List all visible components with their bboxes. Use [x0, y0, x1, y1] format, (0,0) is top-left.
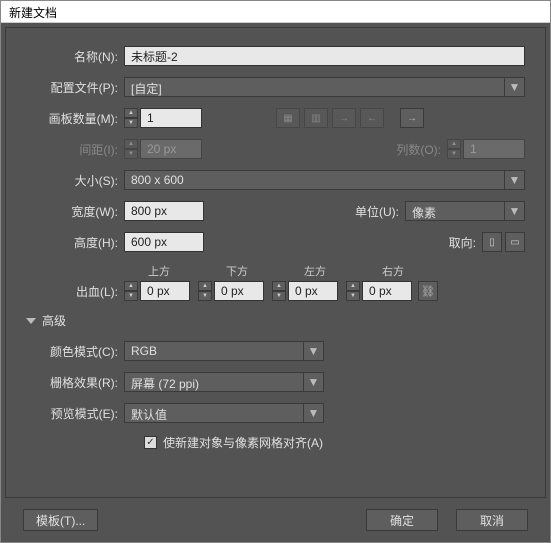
colormode-label: 颜色模式(C):	[26, 343, 124, 360]
template-button[interactable]: 模板(T)...	[23, 509, 98, 531]
raster-dropdown-button[interactable]: ▼	[304, 372, 324, 392]
raster-label: 栅格效果(R):	[26, 374, 124, 391]
cancel-button[interactable]: 取消	[456, 509, 528, 531]
bleed-left-input[interactable]	[288, 281, 338, 301]
size-select[interactable]: 800 x 600	[124, 170, 505, 190]
bleed-label: 出血(L):	[26, 283, 124, 300]
preview-dropdown-button[interactable]: ▼	[304, 403, 324, 423]
bleed-left-label: 左方	[304, 263, 382, 279]
bleed-top-stepper[interactable]: ▲▼	[124, 281, 138, 301]
height-input[interactable]	[124, 232, 204, 252]
bleed-bottom-label: 下方	[226, 263, 304, 279]
grid-col-icon[interactable]: ▥	[304, 108, 328, 128]
landscape-icon[interactable]: ▭	[505, 232, 525, 252]
unit-dropdown-button[interactable]: ▼	[505, 201, 525, 221]
height-label: 高度(H):	[26, 234, 124, 251]
unit-label: 单位(U):	[335, 203, 405, 220]
spacing-stepper: ▲▼	[124, 139, 138, 159]
columns-label: 列数(O):	[377, 141, 447, 158]
profile-dropdown-button[interactable]: ▼	[505, 77, 525, 97]
advanced-section[interactable]: 高级	[26, 312, 525, 329]
raster-select[interactable]: 屏幕 (72 ppi)	[124, 372, 304, 392]
width-input[interactable]	[124, 201, 204, 221]
name-label: 名称(N):	[26, 48, 124, 65]
orient-label: 取向:	[418, 234, 482, 251]
size-label: 大小(S):	[26, 172, 124, 189]
arrange-down-icon[interactable]: ←	[360, 108, 384, 128]
grid-row-icon[interactable]: ▦	[276, 108, 300, 128]
bleed-right-input[interactable]	[362, 281, 412, 301]
name-input[interactable]	[124, 46, 525, 66]
bleed-right-label: 右方	[382, 263, 460, 279]
artboards-stepper[interactable]: ▲▼	[124, 108, 138, 128]
artboards-label: 画板数量(M):	[26, 110, 124, 127]
disclosure-triangle-icon	[26, 318, 36, 324]
bleed-top-input[interactable]	[140, 281, 190, 301]
align-grid-label: 使新建对象与像素网格对齐(A)	[163, 434, 323, 451]
colormode-select[interactable]: RGB	[124, 341, 304, 361]
width-label: 宽度(W):	[26, 203, 124, 220]
artboards-input[interactable]	[140, 108, 202, 128]
profile-select[interactable]: [自定]	[124, 77, 505, 97]
preview-label: 预览模式(E):	[26, 405, 124, 422]
spacing-input	[140, 139, 202, 159]
columns-stepper: ▲▼	[447, 139, 461, 159]
bleed-right-stepper[interactable]: ▲▼	[346, 281, 360, 301]
spacing-label: 间距(I):	[26, 141, 124, 158]
bleed-bottom-stepper[interactable]: ▲▼	[198, 281, 212, 301]
bleed-top-label: 上方	[148, 263, 226, 279]
window-titlebar: 新建文档	[1, 1, 550, 23]
unit-select[interactable]: 像素	[405, 201, 505, 221]
bleed-bottom-input[interactable]	[214, 281, 264, 301]
colormode-dropdown-button[interactable]: ▼	[304, 341, 324, 361]
columns-input	[463, 139, 525, 159]
advanced-label: 高级	[42, 312, 66, 329]
link-bleed-icon[interactable]: ⛓	[418, 281, 438, 301]
window-title: 新建文档	[9, 6, 57, 20]
arrange-right-icon[interactable]: →	[332, 108, 356, 128]
portrait-icon[interactable]: ▯	[482, 232, 502, 252]
preview-select[interactable]: 默认值	[124, 403, 304, 423]
arrange-arrow-icon[interactable]: →	[400, 108, 424, 128]
size-dropdown-button[interactable]: ▼	[505, 170, 525, 190]
align-grid-checkbox[interactable]: ✓	[144, 436, 157, 449]
bleed-left-stepper[interactable]: ▲▼	[272, 281, 286, 301]
profile-label: 配置文件(P):	[26, 79, 124, 96]
ok-button[interactable]: 确定	[366, 509, 438, 531]
